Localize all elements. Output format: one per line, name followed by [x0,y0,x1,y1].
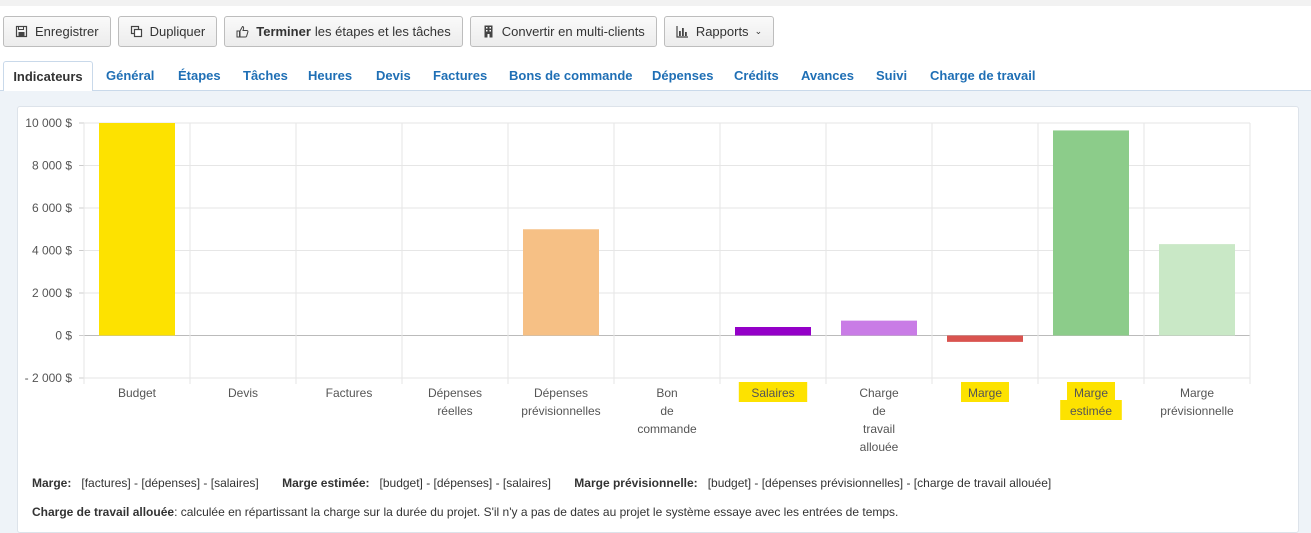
marge-estimee-formula: [budget] - [dépenses] - [salaires] [379,476,551,490]
y-tick-label: 4 000 $ [32,244,72,258]
marge-estimee-label: Marge estimée: [282,476,370,490]
bar [841,320,917,336]
charge-text: : calculée en répartissant la charge sur… [174,505,899,519]
y-tick-label: 10 000 $ [25,116,72,130]
bar [523,229,599,336]
x-tick-label: Dépenses [534,386,588,400]
x-tick-label: Factures [326,386,373,400]
marge-previsionnelle-label: Marge prévisionnelle: [574,476,698,490]
x-tick-label: commande [637,422,697,436]
indicators-chart: - 2 000 $ 0 $ 2 000 $ 4 000 $ 6 000 $ 8 000 $… [25,116,1251,454]
y-tick-label: 8 000 $ [32,159,72,173]
x-tick-label: prévisionnelle [1160,404,1234,418]
x-tick-label: Salaires [751,386,794,400]
y-tick-label: - 2 000 $ [25,371,73,385]
x-tick-label: Dépenses [428,386,482,400]
x-tick-label: Charge [859,386,899,400]
y-tick-label: 6 000 $ [32,201,72,215]
marge-formula: [factures] - [dépenses] - [salaires] [81,476,259,490]
x-tick-label: Marge [1180,386,1214,400]
marge-label: Marge: [32,476,72,490]
x-tick-label: de [660,404,674,418]
x-tick-label: estimée [1070,404,1112,418]
bar [99,123,175,336]
x-tick-label: Budget [118,386,157,400]
y-tick-label: 2 000 $ [32,286,72,300]
x-tick-label: Marge [1074,386,1108,400]
x-tick-label: de [872,404,886,418]
x-tick-label: réelles [437,404,472,418]
bar [947,335,1023,342]
x-tick-label: Bon [656,386,677,400]
x-tick-label: Marge [968,386,1002,400]
x-tick-label: travail [863,422,895,436]
x-tick-label: prévisionnelles [521,404,600,418]
bar [1053,130,1129,336]
charge-note: Charge de travail allouée: calculée en r… [32,505,898,519]
x-tick-label: allouée [860,440,899,454]
marge-previsionnelle-formula: [budget] - [dépenses prévisionnelles] - … [707,476,1052,490]
bar [1159,244,1235,336]
x-tick-label: Devis [228,386,258,400]
bar [735,327,811,336]
formula-legend: Marge: [factures] - [dépenses] - [salair… [32,476,1051,490]
y-tick-label: 0 $ [55,329,72,343]
charge-label: Charge de travail allouée [32,505,175,519]
